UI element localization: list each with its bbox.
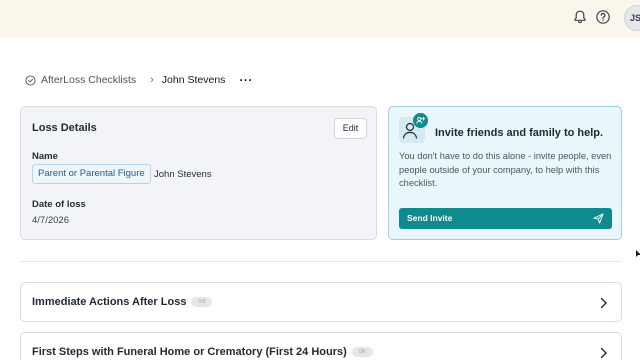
loss-details-title: Loss Details <box>32 122 97 134</box>
person-name: John Stevens <box>154 169 212 180</box>
more-options-button[interactable]: ··· <box>239 73 253 87</box>
section-divider <box>20 261 622 262</box>
relationship-badge: Parent or Parental Figure <box>32 164 151 184</box>
breadcrumb-root-link[interactable]: AfterLoss Checklists <box>41 74 136 86</box>
bell-icon[interactable] <box>572 9 588 25</box>
invite-title: Invite friends and family to help. <box>435 127 604 139</box>
send-invite-label: Send Invite <box>407 213 453 223</box>
add-user-icon <box>413 113 428 128</box>
date-of-loss-value: 4/7/2026 <box>32 215 69 226</box>
breadcrumb-separator: › <box>150 74 154 86</box>
invite-card: Invite friends and family to help. You d… <box>388 106 622 240</box>
top-bar: JS <box>0 0 640 37</box>
chevron-right-icon[interactable] <box>599 347 608 359</box>
chevron-right-icon[interactable] <box>599 297 608 309</box>
checklist-section-row[interactable]: Immediate Actions After Loss 0/8 <box>20 282 622 322</box>
loss-details-card: Loss Details Edit Name Parent or Parenta… <box>20 106 377 240</box>
checklist-section-row[interactable]: First Steps with Funeral Home or Cremato… <box>20 332 622 360</box>
section-title: Immediate Actions After Loss 0/8 <box>32 296 213 308</box>
edit-button[interactable]: Edit <box>334 118 367 139</box>
breadcrumb: AfterLoss Checklists › John Stevens ··· <box>25 72 253 88</box>
section-title-text: First Steps with Funeral Home or Cremato… <box>32 346 347 358</box>
date-of-loss-label: Date of loss <box>32 199 86 210</box>
help-icon[interactable] <box>595 9 611 25</box>
name-label: Name <box>32 151 58 162</box>
section-title-text: Immediate Actions After Loss <box>32 296 187 308</box>
mouse-cursor-icon <box>636 250 640 257</box>
section-progress-badge: 0/6 <box>351 347 373 358</box>
check-circle-icon <box>25 74 36 86</box>
user-avatar[interactable]: JS <box>624 5 640 31</box>
breadcrumb-current: John Stevens <box>161 74 226 86</box>
send-invite-button[interactable]: Send Invite <box>399 208 612 229</box>
invite-description: You don't have to do this alone - invite… <box>399 151 612 188</box>
section-progress-badge: 0/8 <box>191 297 213 308</box>
section-title: First Steps with Funeral Home or Cremato… <box>32 346 373 358</box>
send-icon <box>593 213 604 224</box>
